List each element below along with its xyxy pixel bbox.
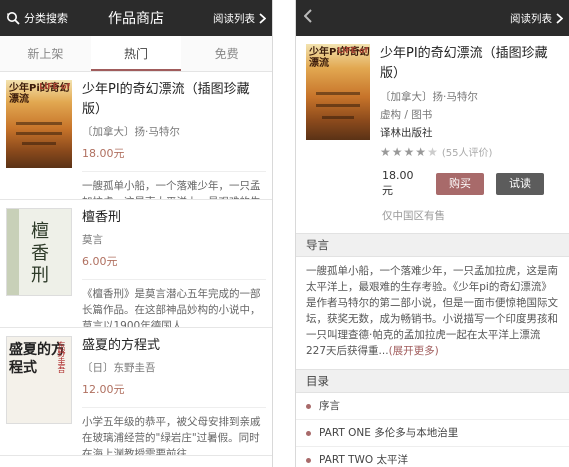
book-cover: 盛夏的方程式 东野圭吾: [6, 336, 72, 424]
tab-bar: 新上架 热门 免费: [0, 36, 272, 72]
intro-heading: 导言: [296, 233, 569, 257]
tab-new[interactable]: 新上架: [0, 36, 91, 71]
book-author: 〔日〕东野圭吾: [82, 362, 156, 374]
rating-count: (55人评价): [441, 148, 493, 159]
cover-corner-text: LIFE of: [39, 82, 70, 91]
chevron-right-icon: [259, 13, 266, 24]
book-description: 小学五年级的恭平，被父母安排到亲戚在玻璃浦经营的"绿岩庄"过暑假。同时在海上渊教…: [82, 407, 266, 455]
book-price: 18.00元: [82, 147, 125, 160]
book-title: 少年PI的奇幻漂流（插图珍藏版）: [380, 46, 548, 81]
book-category: 虚构 / 图书: [380, 109, 433, 121]
reading-list-button[interactable]: 阅读列表: [510, 11, 563, 26]
reading-list-label: 阅读列表: [510, 13, 552, 25]
rating-stars: ★ ★ ★ ★ ★ (55人评价): [380, 144, 561, 160]
reading-list-button[interactable]: 阅读列表: [213, 11, 266, 26]
store-screen: 分类搜索 作品商店 阅读列表 新上架 热门 免费 少年Pi的奇幻漂流 LIFE …: [0, 0, 273, 467]
reading-list-label: 阅读列表: [213, 13, 255, 25]
intro-body: 一艘孤单小船，一个落难少年，一只孟加拉虎，这是南太平洋上，最艰难的生存考验。《少…: [306, 265, 558, 357]
book-price: 12.00元: [82, 383, 125, 396]
book-title: 檀香刑: [82, 210, 122, 225]
book-title: 盛夏的方程式: [82, 338, 161, 353]
toc-item-label: PART ONE 多伦多与本地治里: [319, 427, 459, 439]
book-cover: 檀香刑: [6, 208, 72, 296]
star-icon: ★: [391, 144, 403, 159]
book-price: 6.00元: [82, 255, 118, 268]
cover-corner-text: 东野圭吾: [57, 341, 66, 373]
book-description: 一艘孤单小船，一个落难少年，一只孟加拉虎，这是南太平洋上，最艰难的生存考验。《少…: [82, 171, 266, 199]
toc-item-label: 序言: [319, 400, 340, 412]
book-title: 少年PI的奇幻漂流（插图珍藏版）: [82, 82, 250, 117]
chevron-right-icon: [556, 13, 563, 24]
intro-text: 一艘孤单小船，一个落难少年，一只孟加拉虎，这是南太平洋上，最艰难的生存考验。《少…: [296, 257, 569, 359]
bullet-icon: [306, 403, 311, 409]
toc-item-label: PART TWO 太平洋: [319, 454, 409, 466]
try-read-button[interactable]: 试读: [496, 172, 544, 195]
back-button[interactable]: [303, 8, 312, 27]
book-price: 18.00元: [382, 169, 414, 197]
book-cover: 少年Pi的奇幻漂流 LIFE of: [6, 80, 72, 168]
star-icon: ★: [415, 144, 427, 159]
cover-corner-text: LIFE of: [337, 46, 368, 55]
buy-button[interactable]: 购买: [436, 172, 484, 195]
star-icon: ★: [403, 144, 415, 159]
chevron-left-icon: [303, 9, 312, 23]
book-detail-screen: 阅读列表 少年Pi的奇幻漂流 LIFE of 少年PI的奇幻漂流（插图珍藏版） …: [295, 0, 569, 467]
top-nav-bar: 分类搜索 作品商店 阅读列表: [0, 0, 272, 36]
book-list-item[interactable]: 少年Pi的奇幻漂流 LIFE of 少年PI的奇幻漂流（插图珍藏版） 〔加拿大〕…: [0, 72, 272, 200]
bullet-icon: [306, 457, 311, 463]
tab-popular[interactable]: 热门: [90, 36, 182, 71]
tab-free[interactable]: 免费: [181, 36, 272, 71]
star-empty-icon: ★: [427, 144, 438, 159]
book-publisher: 译林出版社: [380, 127, 433, 139]
bullet-icon: [306, 430, 311, 436]
book-list-item[interactable]: 盛夏的方程式 东野圭吾 盛夏的方程式 〔日〕东野圭吾 12.00元 小学五年级的…: [0, 328, 272, 456]
toc-item[interactable]: PART TWO 太平洋: [296, 447, 569, 467]
region-note: 仅中国区有售: [382, 210, 445, 222]
toc-heading: 目录: [296, 369, 569, 393]
star-icon: ★: [380, 144, 391, 159]
book-author: 〔加拿大〕扬·马特尔: [380, 91, 478, 103]
book-author: 莫言: [82, 234, 103, 246]
cover-title: 檀香刑: [28, 221, 49, 287]
book-cover: 少年Pi的奇幻漂流 LIFE of: [306, 44, 370, 140]
book-description: 《檀香刑》是莫言潜心五年完成的一部长篇作品。在这部神品妙构的小说中，莫言以190…: [82, 279, 266, 327]
book-list-item[interactable]: 檀香刑 檀香刑 莫言 6.00元 《檀香刑》是莫言潜心五年完成的一部长篇作品。在…: [0, 200, 272, 328]
expand-more-link[interactable]: (展开更多): [389, 345, 439, 357]
toc-item[interactable]: 序言: [296, 393, 569, 420]
top-nav-bar: 阅读列表: [296, 0, 569, 36]
toc-item[interactable]: PART ONE 多伦多与本地治里: [296, 420, 569, 447]
book-author: 〔加拿大〕扬·马特尔: [82, 126, 180, 138]
